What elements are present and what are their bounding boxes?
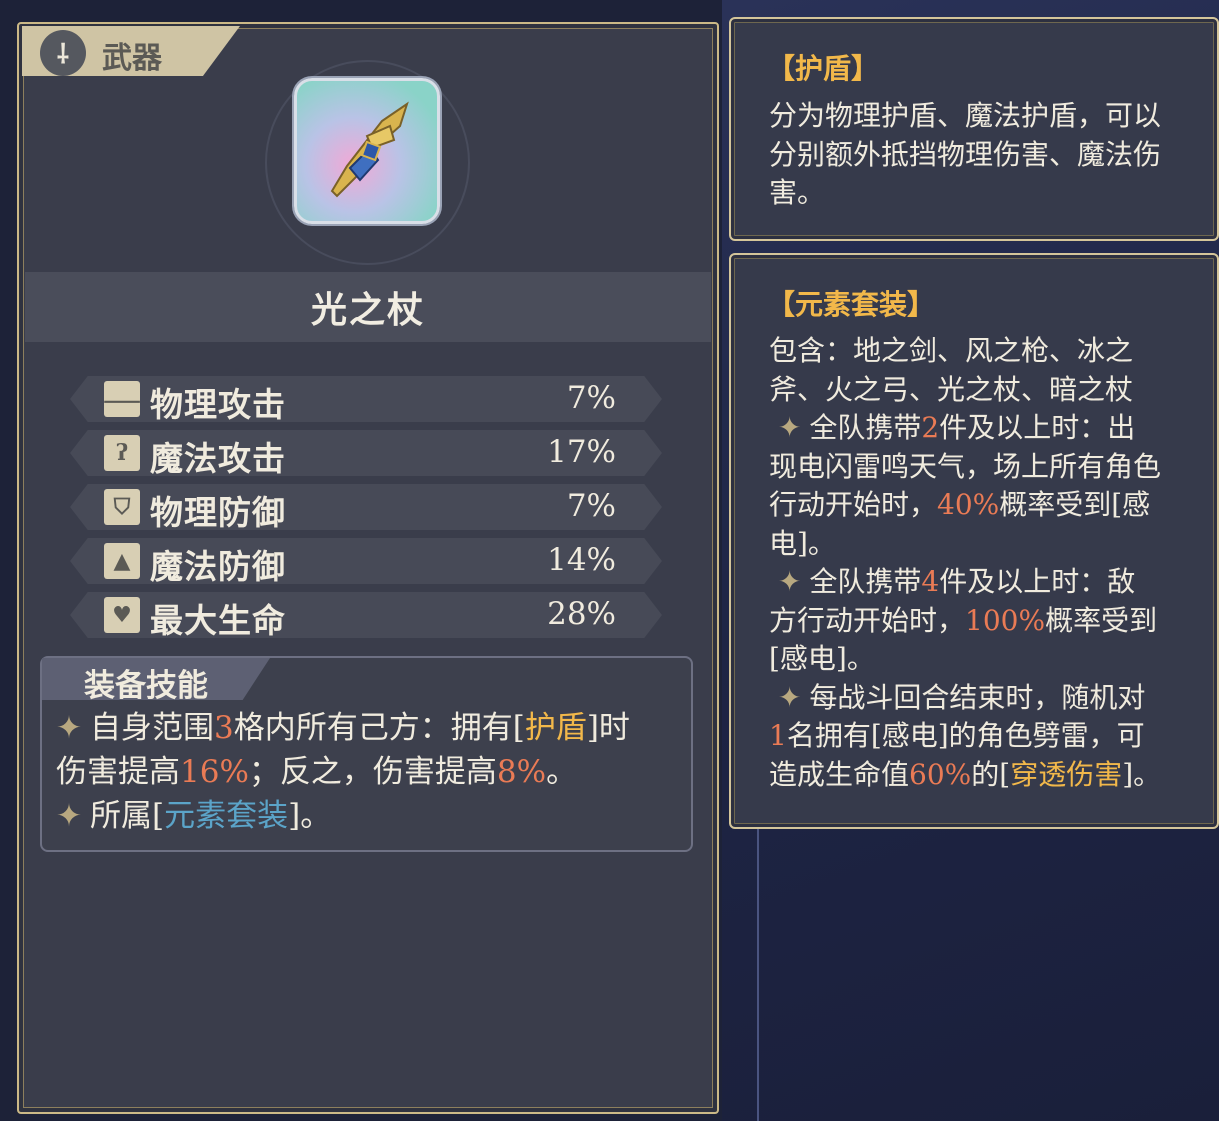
item-name: 光之杖 — [310, 289, 425, 331]
stat-name: 魔法防御 — [150, 547, 286, 586]
sword-icon: ⸺ — [104, 381, 140, 417]
sparkle-icon: ✦ — [56, 798, 82, 834]
staff-icon: ʔ — [104, 435, 140, 471]
stat-value: 14% — [547, 542, 616, 578]
stat-name: 最大生命 — [150, 601, 286, 640]
tooltip-title: 【护盾】 — [767, 52, 880, 85]
sparkle-icon: ✦ — [777, 411, 802, 444]
tooltip-body: 分为物理护盾、魔法护盾，可以 分别额外抵挡物理伤害、魔法伤 害。 — [769, 99, 1162, 209]
stat-value: 7% — [566, 380, 616, 416]
sword-icon: ⸸ — [40, 30, 86, 76]
wizard-hat-icon: ▲ — [104, 543, 140, 579]
stat-value: 17% — [547, 434, 616, 470]
sparkle-icon: ✦ — [777, 680, 802, 714]
keyword-pierce-damage-link[interactable]: 穿透伤害 — [1010, 758, 1122, 791]
item-name-band: 光之杖 — [25, 272, 711, 342]
stat-name: 物理攻击 — [150, 385, 286, 424]
category-label: 武器 — [102, 41, 162, 76]
tooltip-title: 【元素套装】 — [767, 288, 936, 321]
heart-icon: ♥ — [104, 597, 140, 633]
stat-value: 7% — [566, 488, 616, 524]
skill-description: ✦ 自身范围3格内所有己方：拥有[护盾]时 伤害提高16%；反之，伤害提高8%。 … — [56, 710, 630, 834]
stat-name: 物理防御 — [150, 493, 286, 532]
tooltip-body: 包含：地之剑、风之枪、冰之 斧、火之弓、光之杖、暗之杖 ✦ 全队携带2件及以上时：… — [769, 334, 1162, 791]
tooltip-element-set: 【元素套装】 包含：地之剑、风之枪、冰之 斧、火之弓、光之杖、暗之杖 ✦ 全队携带… — [729, 253, 1219, 829]
divider — [757, 820, 759, 1121]
keyword-element-set-link[interactable]: 元素套装 — [164, 798, 288, 834]
keyword-shield-link[interactable]: 护盾 — [525, 710, 587, 746]
stat-value: 28% — [547, 596, 616, 632]
skill-title: 装备技能 — [84, 668, 208, 704]
tooltip-shield: 【护盾】 分为物理护盾、魔法护盾，可以 分别额外抵挡物理伤害、魔法伤 害。 — [729, 17, 1219, 241]
stat-name: 魔法攻击 — [150, 439, 286, 478]
sparkle-icon: ✦ — [777, 565, 802, 598]
light-staff-icon — [330, 101, 409, 198]
sparkle-icon: ✦ — [56, 710, 82, 746]
shield-icon: ⛉ — [104, 489, 140, 525]
